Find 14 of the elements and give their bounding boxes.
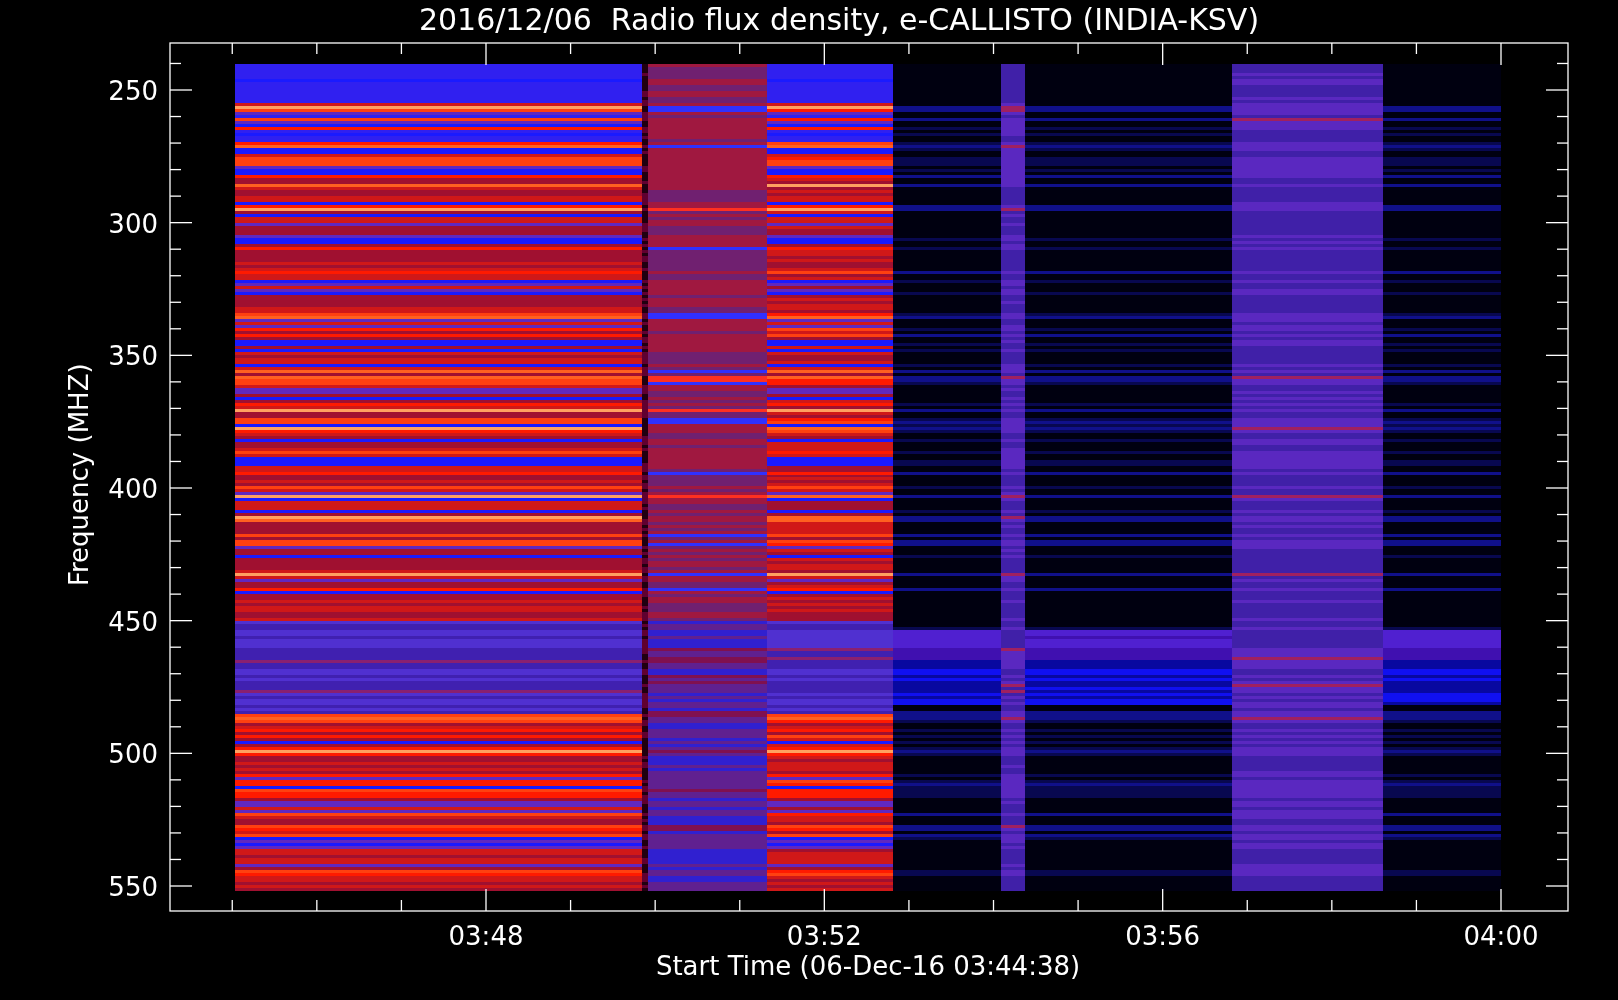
x-tick-label: 04:00 (1463, 921, 1539, 951)
y-tick-label: 250 (108, 76, 158, 106)
x-tick-label: 03:48 (448, 921, 524, 951)
y-tick-label: 400 (108, 474, 158, 504)
y-tick-label: 350 (108, 341, 158, 372)
y-tick-label: 450 (108, 606, 158, 637)
y-axis-label: Frequency (MHZ) (64, 363, 94, 587)
x-tick-label: 03:56 (1125, 921, 1201, 951)
x-axis-label: Start Time (06-Dec-16 03:44:38) (655, 951, 1081, 981)
y-tick-label: 550 (108, 872, 158, 902)
chart-title: 2016/12/06 Radio flux density, e-CALLISTO (INDIA-KSV) (418, 1, 1260, 39)
y-tick-label: 500 (108, 739, 158, 770)
x-tick-label: 03:52 (786, 921, 862, 951)
y-tick-label: 300 (108, 208, 158, 239)
